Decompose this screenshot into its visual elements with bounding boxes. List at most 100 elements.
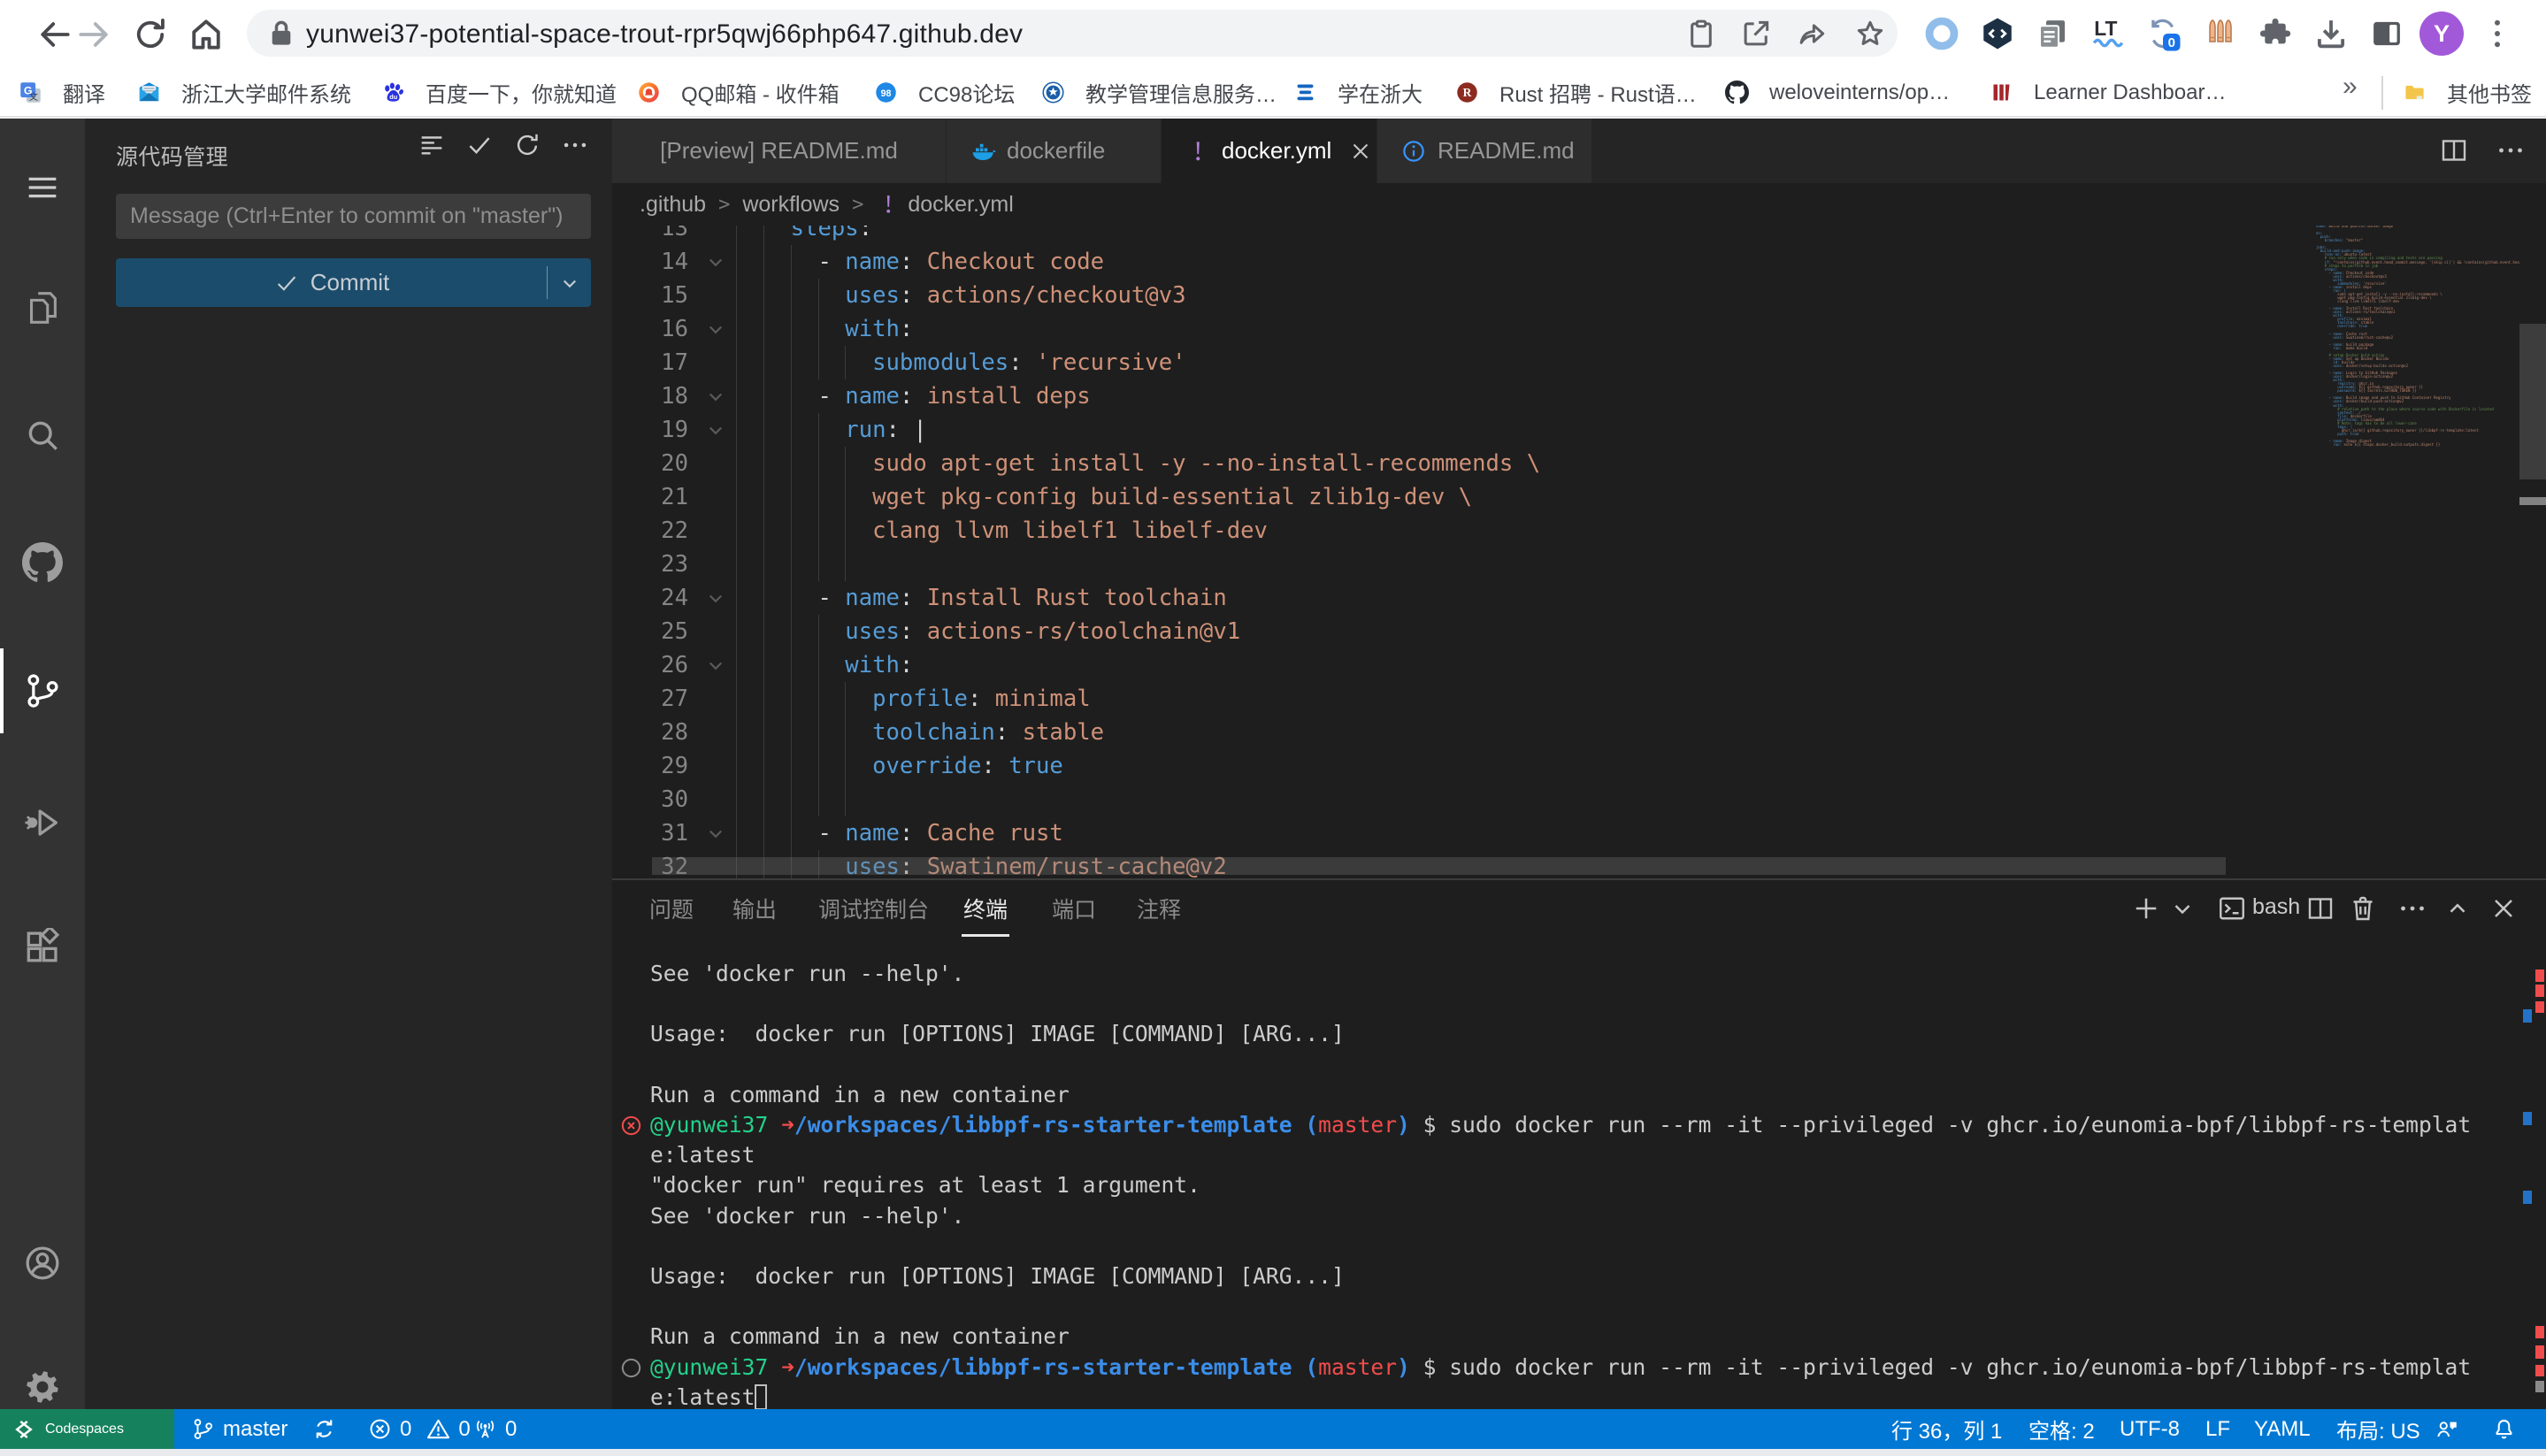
url-text[interactable]: yunwei37-potential-space-trout-rpr5qwj66… — [306, 10, 1023, 57]
bookmark-item[interactable]: 浙江大学邮件系统 — [137, 69, 351, 116]
hexagon-icon[interactable] — [1979, 15, 2016, 52]
chevron-up-icon[interactable] — [2442, 893, 2473, 924]
status-item-feedback[interactable] — [2435, 1409, 2460, 1449]
back-icon[interactable] — [35, 15, 74, 54]
bookmark-item[interactable]: 98CC98论坛 — [874, 69, 1015, 116]
bookmark-item[interactable]: 学在浙大 — [1293, 69, 1423, 116]
chevron-down-sm-icon[interactable] — [2166, 893, 2198, 924]
address-bar[interactable]: yunwei37-potential-space-trout-rpr5qwj66… — [247, 10, 1898, 57]
code-line[interactable]: 22 clang llvm libelf1 libelf-dev — [612, 514, 2546, 548]
code-line[interactable]: 23 — [612, 548, 2546, 581]
more-h-icon[interactable] — [2495, 134, 2527, 166]
editor-tab[interactable]: README.md — [1377, 119, 1592, 183]
bullets-icon[interactable] — [2202, 15, 2239, 52]
editor-horizontal-scrollbar[interactable] — [652, 857, 2226, 875]
terminal-icon[interactable] — [2216, 893, 2248, 924]
breadcrumb-segment[interactable]: workflows — [742, 192, 840, 218]
code-line[interactable]: 20 sudo apt-get install -y --no-install-… — [612, 447, 2546, 480]
status-item-branch[interactable]: master — [190, 1409, 288, 1449]
bookmark-item[interactable]: Learner Dashboar… — [1990, 69, 2226, 116]
editor-vertical-scrollbar[interactable] — [2519, 226, 2546, 878]
puzzle-icon[interactable] — [2257, 15, 2294, 52]
status-item-language-mode[interactable]: YAML — [2254, 1409, 2311, 1449]
code-line[interactable]: 28 toolchain: stable — [612, 716, 2546, 749]
fold-chevron-icon[interactable] — [702, 316, 729, 342]
activity-item-github[interactable] — [0, 520, 85, 605]
check-icon[interactable] — [464, 130, 495, 160]
terminal-shell-label[interactable]: bash — [2252, 894, 2300, 920]
close-icon[interactable] — [2488, 893, 2519, 924]
status-item-encoding[interactable]: UTF-8 — [2120, 1409, 2180, 1449]
code-line[interactable]: 26 with: — [612, 648, 2546, 682]
code-line[interactable]: 16 with: — [612, 312, 2546, 346]
status-item-eol[interactable]: LF — [2205, 1409, 2230, 1449]
status-item-sync[interactable] — [311, 1409, 337, 1449]
code-line[interactable]: 21 wget pkg-config build-essential zlib1… — [612, 480, 2546, 514]
activity-item-search[interactable] — [0, 393, 85, 478]
status-item-ports[interactable]: 0 — [472, 1409, 517, 1449]
terminal-command-decoration-pending-icon[interactable] — [619, 1356, 643, 1380]
panel-tab[interactable]: 输出 — [732, 891, 777, 930]
fold-chevron-icon[interactable] — [702, 585, 729, 611]
bookmark-item[interactable]: RRust 招聘 - Rust语… — [1455, 69, 1697, 116]
fold-chevron-icon[interactable] — [702, 820, 729, 847]
open-in-new-icon[interactable] — [1739, 17, 1773, 50]
bookmarks-overflow-chevron[interactable]: » — [2343, 72, 2358, 102]
reload-icon[interactable] — [131, 15, 170, 54]
fold-chevron-icon[interactable] — [702, 249, 729, 275]
activity-item-accounts[interactable] — [0, 1221, 85, 1306]
activity-item-run-and-debug[interactable] — [0, 780, 85, 865]
status-item-indentation[interactable]: 空格: 2 — [2028, 1409, 2095, 1449]
terminal-command-decoration-error-icon[interactable] — [619, 1114, 643, 1138]
panel-tab[interactable]: 问题 — [649, 891, 694, 930]
status-item-cursor-position[interactable]: 行 36，列 1 — [1891, 1409, 2002, 1449]
split-icon[interactable] — [2304, 893, 2336, 924]
bookmark-item[interactable]: QQ邮箱 - 收件箱 — [637, 69, 840, 116]
home-icon[interactable] — [187, 15, 226, 54]
refresh-icon[interactable] — [512, 130, 542, 160]
bookmark-item[interactable]: 教学管理信息服务… — [1041, 69, 1277, 116]
more-h-icon[interactable] — [560, 130, 590, 160]
bookmark-item[interactable]: weloveinterns/op… — [1725, 69, 1950, 116]
panel-tab[interactable]: 调试控制台 — [818, 891, 929, 930]
activity-item-source-control[interactable] — [0, 648, 85, 733]
plus-icon[interactable] — [2130, 893, 2162, 924]
commit-dropdown-button[interactable] — [548, 258, 591, 307]
more-h-icon[interactable] — [2396, 893, 2428, 924]
share-icon[interactable] — [1795, 17, 1829, 50]
avatar[interactable]: Y — [2419, 11, 2464, 56]
code-line[interactable]: 31 - name: Cache rust — [612, 816, 2546, 850]
code-line[interactable]: 18 - name: install deps — [612, 379, 2546, 413]
panel-tab[interactable]: 端口 — [1052, 891, 1096, 930]
code-line[interactable]: 19 run: | — [612, 413, 2546, 447]
code-line[interactable]: 25 uses: actions-rs/toolchain@v1 — [612, 615, 2546, 648]
lt-icon[interactable]: LT — [2090, 15, 2127, 52]
ring-icon[interactable] — [1923, 15, 1960, 52]
fold-chevron-icon[interactable] — [702, 417, 729, 443]
bookmark-item[interactable]: G文翻译 — [19, 69, 105, 116]
fold-chevron-icon[interactable] — [702, 383, 729, 410]
other-bookmarks[interactable]: 其他书签 — [2403, 69, 2532, 116]
status-item-keyboard-layout[interactable]: 布局: US — [2336, 1409, 2420, 1449]
breadcrumb-segment[interactable]: .github — [640, 192, 706, 218]
remote-indicator[interactable]: Codespaces — [0, 1409, 174, 1449]
code-line[interactable]: 27 profile: minimal — [612, 682, 2546, 716]
sidebar-toggle-icon[interactable] — [2368, 15, 2405, 52]
code-line[interactable]: 13 steps: — [612, 226, 2546, 245]
code-editor[interactable]: 13 steps:14 - name: Checkout code15 uses… — [612, 226, 2546, 878]
list-flat-icon[interactable] — [417, 130, 447, 160]
editor-tab[interactable]: docker.yml — [1162, 119, 1377, 183]
sync-ext-icon[interactable]: 0 — [2144, 15, 2182, 52]
close-icon[interactable] — [1347, 138, 1374, 165]
editor-tab[interactable]: dockerfile — [947, 119, 1162, 183]
star-icon[interactable] — [1853, 17, 1887, 50]
code-line[interactable]: 14 - name: Checkout code — [612, 245, 2546, 279]
copies-icon[interactable] — [2034, 15, 2071, 52]
code-line[interactable]: 24 - name: Install Rust toolchain — [612, 581, 2546, 615]
panel-tab[interactable]: 终端 — [963, 891, 1008, 930]
status-item-notifications[interactable] — [2491, 1409, 2517, 1449]
bookmark-item[interactable]: du百度一下，你就知道 — [381, 69, 617, 116]
activity-item-extensions[interactable] — [0, 906, 85, 991]
panel-tab[interactable]: 注释 — [1137, 891, 1181, 930]
code-line[interactable]: 15 uses: actions/checkout@v3 — [612, 279, 2546, 312]
